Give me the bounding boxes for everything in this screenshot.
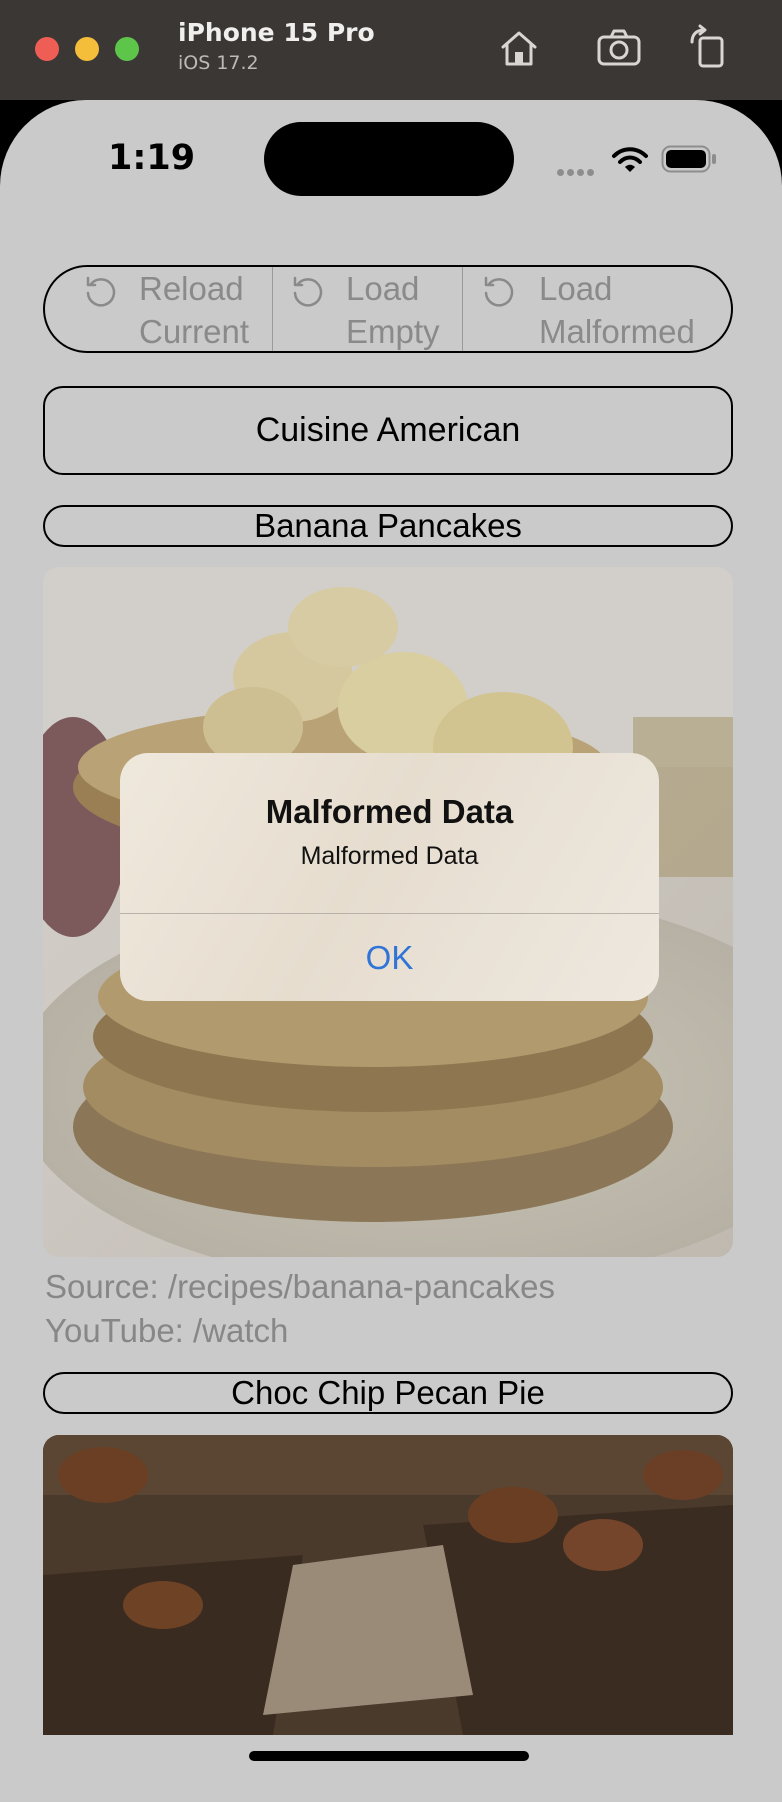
window-maximize-button[interactable] (115, 37, 139, 61)
recipe-name-button[interactable]: Banana Pancakes (43, 505, 733, 547)
dynamic-island (264, 122, 514, 196)
load-empty-segment[interactable]: Load Empty (272, 267, 462, 351)
camera-icon (597, 29, 641, 66)
reload-icon (484, 276, 514, 307)
recipe-photo (43, 1435, 733, 1735)
alert-title: Malformed Data (265, 793, 514, 830)
recipe-source-link[interactable]: Source: /recipes/banana-pancakes (45, 1268, 555, 1306)
alert-ok-button[interactable]: OK (120, 914, 659, 1001)
status-time: 1:19 (108, 138, 196, 178)
reload-current-segment[interactable]: Reload Current (45, 267, 272, 351)
home-indicator[interactable] (249, 1751, 529, 1761)
alert-message: Malformed Data (300, 842, 479, 870)
os-version: iOS 17.2 (178, 52, 259, 74)
simulator-title-bar: iPhone 15 Pro iOS 17.2 (0, 0, 782, 100)
home-button[interactable] (495, 24, 543, 72)
screenshot-button[interactable] (595, 24, 643, 72)
recipe-youtube-link[interactable]: YouTube: /watch (45, 1312, 288, 1350)
malformed-data-alert: Malformed Data Malformed Data OK (120, 753, 659, 1001)
wifi-icon (612, 147, 648, 172)
window-close-button[interactable] (35, 37, 59, 61)
segment-label: Reload Current (139, 270, 250, 350)
rotate-icon (690, 24, 724, 68)
reload-icon (86, 276, 116, 307)
recipe-name-button[interactable]: Choc Chip Pecan Pie (43, 1372, 733, 1414)
load-malformed-segment[interactable]: Load Malformed (462, 267, 731, 351)
device-name: iPhone 15 Pro (178, 18, 375, 47)
reload-icon (293, 276, 323, 307)
rotate-button[interactable] (684, 24, 732, 72)
battery-icon (661, 145, 716, 173)
window-minimize-button[interactable] (75, 37, 99, 61)
home-icon (501, 31, 537, 66)
load-segmented-control: Reload Current Load Empty Load Malformed (43, 265, 733, 353)
cellular-signal-icon (557, 163, 597, 181)
segment-label: Load Empty (346, 270, 440, 350)
segment-label: Load Malformed (539, 270, 695, 350)
cuisine-button[interactable]: Cuisine American (43, 386, 733, 475)
